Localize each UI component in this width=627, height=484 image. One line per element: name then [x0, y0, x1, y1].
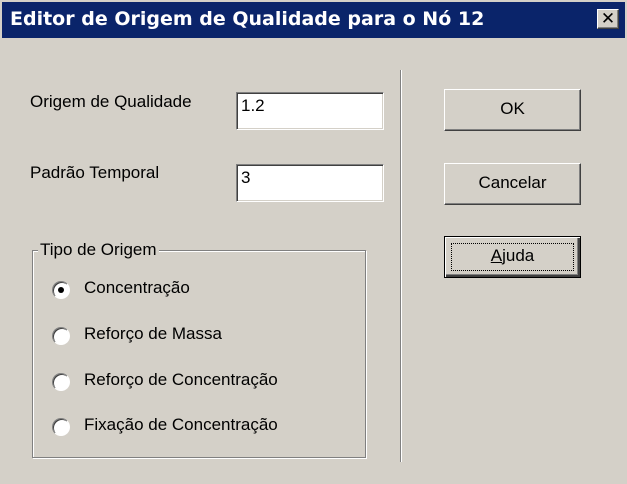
time-pattern-label: Padrão Temporal [30, 163, 160, 182]
radio-label: Concentração [84, 278, 190, 297]
time-pattern-input[interactable]: 3 [236, 164, 384, 202]
source-quality-input[interactable]: 1.2 [236, 92, 384, 130]
title-bar[interactable]: Editor de Origem de Qualidade para o Nó … [2, 2, 625, 38]
close-button[interactable]: ✕ [597, 9, 619, 29]
close-icon: ✕ [600, 9, 616, 29]
help-button[interactable]: Ajuda [444, 236, 581, 278]
source-quality-label: Origem de Qualidade [30, 92, 192, 111]
radio-selected-icon[interactable] [52, 281, 70, 299]
radio-label: Reforço de Concentração [84, 370, 278, 389]
radio-unselected-icon[interactable] [52, 418, 70, 436]
vertical-divider [400, 70, 402, 462]
ok-button[interactable]: OK [444, 89, 581, 131]
cancel-button[interactable]: Cancelar [444, 163, 581, 205]
source-type-group-title: Tipo de Origem [38, 240, 159, 260]
quality-source-editor-dialog: Editor de Origem de Qualidade para o Nó … [0, 0, 627, 484]
radio-label: Fixação de Concentração [84, 415, 278, 434]
radio-unselected-icon[interactable] [52, 373, 70, 391]
radio-label: Reforço de Massa [84, 324, 222, 343]
radio-unselected-icon[interactable] [52, 327, 70, 345]
dialog-title: Editor de Origem de Qualidade para o Nó … [10, 8, 485, 30]
